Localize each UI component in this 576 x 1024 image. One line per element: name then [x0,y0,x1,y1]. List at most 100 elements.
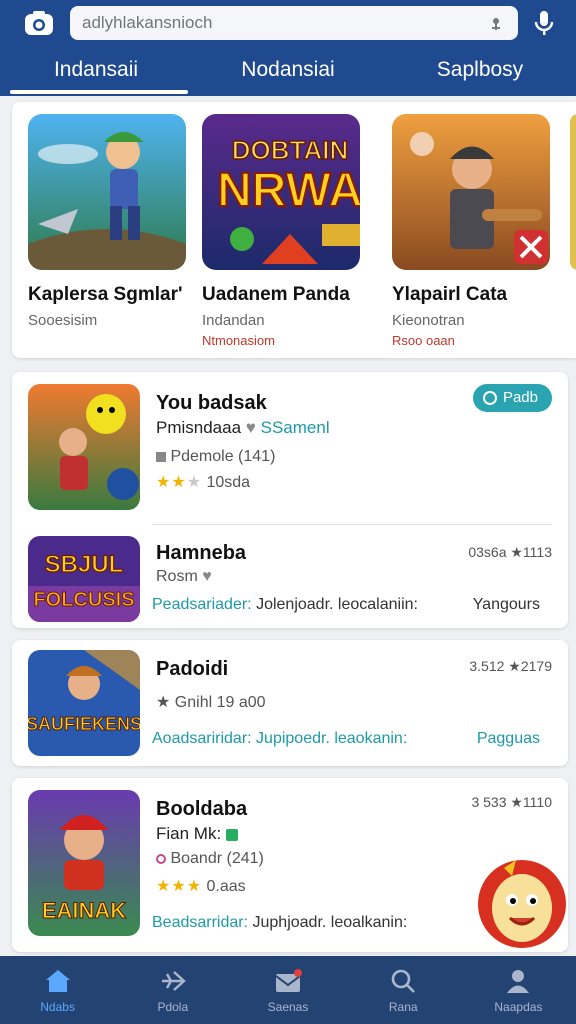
featured-title: Ylapairl Cata [392,284,508,305]
icon-text: SAUFIEKENS [28,714,140,734]
game-icon [28,384,140,510]
rating-text: 0.aas [206,878,246,895]
search-clear-icon[interactable] [486,13,506,33]
featured-card[interactable]: DOBTAIN NRWA Uadanem Panda Indandan Ntmo… [202,114,360,348]
rating: ★★★ 0.aas [156,876,246,896]
camera-icon[interactable] [24,10,54,36]
heart-icon: ♥ [202,568,212,585]
search-bar[interactable] [70,6,518,40]
featured-subtitle: Sooesisim [28,312,98,329]
featured-title: Uadanem Panda [202,284,350,305]
home-icon [45,970,70,992]
meta-text: Pdemole (141) [170,448,276,465]
app-developer: Pmisndaaa ♥ SSamenl [156,418,330,438]
developer-name: Rosm [156,568,198,585]
star-rating: ★★★ [156,878,203,895]
game-artwork [392,114,550,270]
nav-item-plane[interactable]: Pdola [115,956,230,1024]
app-stats: 03s6a ★1113 [468,544,552,560]
tab-nodansiai[interactable]: Nodansiai [192,52,384,96]
rating: ★★★ 10sda [156,472,250,492]
app-title: Hamneba [156,542,247,564]
app-meta: Boandr (241) [156,850,264,868]
artwork-text-top: DOBTAIN [232,135,349,165]
nav-item-search[interactable]: Rana [346,956,461,1024]
plane-icon [161,971,186,991]
info-icon [482,391,497,405]
list-item[interactable]: SBJUL FOLCUSIS Hamneba 03s6a ★1113 Rosm … [12,528,568,628]
meta-text: Boandr (241) [170,850,264,867]
developer-name: Pmisndaaa [156,418,242,437]
app-description[interactable]: Aoadsariridar: Jupipoedr. leaokanin: [152,730,407,748]
search-icon [391,969,416,993]
profile-icon [507,970,530,993]
verified-icon [225,828,238,841]
app-list-card[interactable]: SAUFIEKENS Padoidi 3.512 ★2179 ★ Gnihl 1… [12,640,568,766]
nav-item-profile[interactable]: Naapdas [461,956,576,1024]
game-icon: SAUFIEKENS [28,650,140,756]
app-description[interactable]: Beadsarridar: Juphjoadr. leoalkanin: [152,914,407,932]
link-teal: Peadsariader: [152,596,252,613]
star-rating: ★★★ [156,474,203,491]
list-item[interactable]: You badsak Pmisndaaa ♥ SSamenl Pdemole (… [12,372,568,520]
app-stats: 3.512 ★2179 [469,658,552,674]
app-header: Indansaii Nodansiai Saplbosy [0,0,576,96]
featured-card[interactable]: Kaplersa Sgmlar' Sooesisim [28,114,186,329]
category-tabs: Indansaii Nodansiai Saplbosy [0,52,576,96]
featured-title: Kaplersa Sgmlar' [28,284,183,305]
search-input[interactable] [82,13,486,33]
tab-indansaii[interactable]: Indansaii [0,52,192,96]
nav-item-mail[interactable]: Saenas [230,956,345,1024]
app-list-card: You badsak Pmisndaaa ♥ SSamenl Pdemole (… [12,372,568,628]
app-developer: Fian Mk: [156,824,238,844]
game-icon: SBJUL FOLCUSIS [28,536,140,622]
app-category: Yangours [472,596,540,613]
heart-icon: ♥ [245,418,256,437]
game-icon: EAINAK [28,790,140,936]
app-title: Booldaba [156,798,248,820]
tab-saplbosy[interactable]: Saplbosy [384,52,576,96]
nav-label: Naapdas [494,1000,543,1014]
featured-tag: Ntmonasiom [202,333,275,348]
link-dark: Juphjoadr. leoalkanin: [252,914,408,931]
mascot-fab[interactable] [476,850,568,954]
nav-item-home[interactable]: Ndabs [0,956,115,1024]
bottom-navigation: Ndabs Pdola Saenas Rana Naapdas [0,956,576,1024]
app-title: You badsak [156,392,267,414]
developer-tag: SSamenl [260,418,330,437]
featured-carousel[interactable]: Kaplersa Sgmlar' Sooesisim DOBTAIN NRWA … [12,102,576,358]
featured-tag: Rsoo oaan [392,333,455,348]
divider [152,524,552,525]
microphone-icon[interactable] [532,10,556,36]
next-card-peek[interactable] [570,114,576,270]
app-category: Pagguas [476,730,540,747]
app-developer: Rosm ♥ [156,568,212,586]
nav-label: Rana [388,1000,418,1014]
tag-icon [156,451,166,462]
link-teal: Beadsarridar: [152,914,249,931]
status-pill[interactable]: Padb [472,384,552,412]
developer-name: Fian Mk: [156,824,222,843]
rating-text: 10sda [206,474,251,491]
tag-icon [156,853,166,864]
app-meta: ★ Gnihl 19 a00 [156,694,266,711]
nav-label: Saenas [267,1000,309,1014]
artwork-text-main: NRWA [217,164,360,217]
app-description[interactable]: Peadsariader: Jolenjoadr. leocalaniin: [152,596,418,614]
app-title: Padoidi [156,658,229,680]
mail-icon [275,969,302,992]
icon-text-top: SBJUL [45,551,124,578]
icon-text-bottom: FOLCUSIS [33,589,134,611]
game-artwork: DOBTAIN NRWA [202,114,360,270]
game-artwork [28,114,186,270]
icon-text: EAINAK [42,898,126,923]
featured-subtitle: Kieonotran [392,312,465,329]
nav-label: Pdola [157,1000,189,1014]
featured-subtitle: Indandan [202,312,265,329]
status-pill-label: Padb [502,389,538,406]
link-dark: Jolenjoadr. leocalaniin: [256,596,418,613]
nav-label: Ndabs [40,1000,75,1014]
featured-card[interactable]: Ylapairl Cata Kieonotran Rsoo oaan [392,114,550,348]
app-meta: Pdemole (141) [156,448,275,466]
app-stats: 3 533 ★1110 [471,794,552,810]
